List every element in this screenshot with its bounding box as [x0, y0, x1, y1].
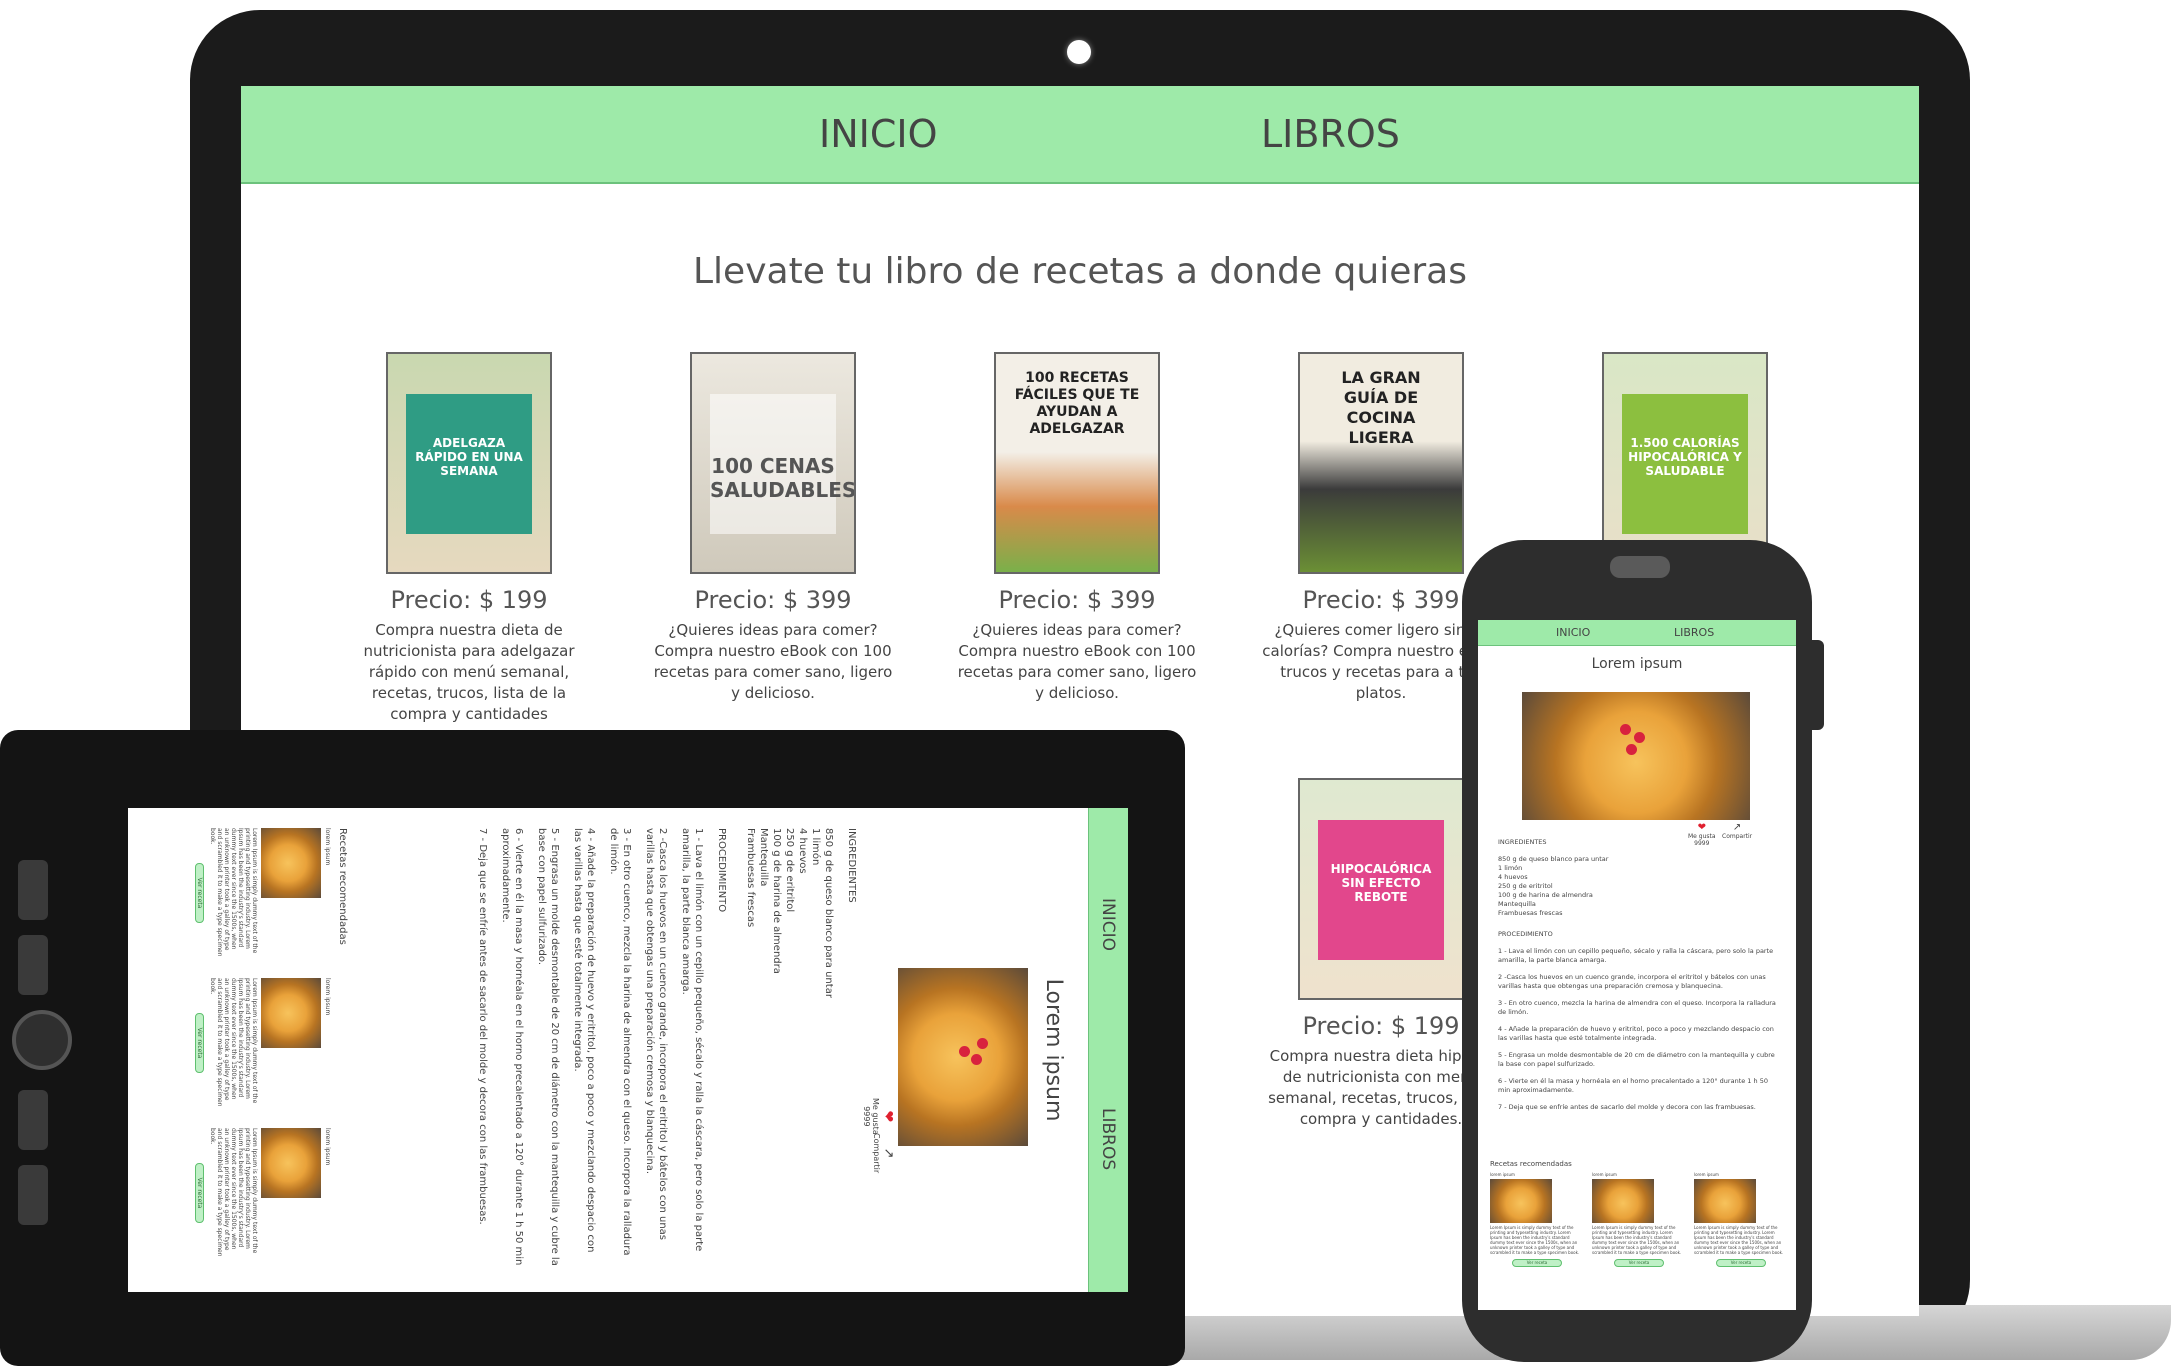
nav-inicio[interactable]: INICIO: [819, 112, 938, 156]
phone-speaker: [1610, 556, 1670, 578]
recommended-title: Recetas recomendadas: [337, 828, 348, 945]
book-card[interactable]: 100 RECETAS FÁCILES QUE TE AYUDAN A ADEL…: [957, 352, 1197, 704]
recipe-title: Lorem ipsum: [1591, 656, 1683, 672]
recommended-title: Recetas recomendadas: [1490, 1160, 1572, 1168]
cover-title: 1.500 CALORÍAS HIPOCALÓRICA Y SALUDABLE: [1622, 394, 1748, 534]
like-button[interactable]: ❤ Me gusta 9999: [862, 1098, 896, 1135]
cover-title: HIPOCALÓRICA SIN EFECTO REBOTE: [1318, 820, 1444, 960]
recommended-image: [1490, 1179, 1552, 1223]
book-cover[interactable]: ADELGAZA RÁPIDO EN UNA SEMANA: [386, 352, 552, 574]
book-description: ¿Quieres ideas para comer? Compra nuestr…: [957, 621, 1197, 702]
top-nav: INICIO LIBROS: [1478, 620, 1796, 646]
ingredients-title: INGREDIENTES: [846, 828, 857, 903]
share-icon: ↗: [1732, 822, 1742, 833]
phone-side-button: [1810, 640, 1824, 730]
share-button[interactable]: ↗ Compartir: [872, 1133, 896, 1173]
view-recipe-button[interactable]: Ver receta: [1614, 1259, 1664, 1267]
view-recipe-button[interactable]: Ver receta: [195, 1163, 204, 1223]
recommended-card[interactable]: lorem ipsum Lorem Ipsum is simply dummy …: [1694, 1172, 1788, 1267]
book-price: Precio: $ 399: [998, 586, 1156, 614]
recommended-section: Recetas recomendadas lorem ipsum Lorem I…: [1490, 1160, 1790, 1267]
recommended-image: [261, 978, 321, 1048]
view-recipe-button[interactable]: Ver receta: [195, 1013, 204, 1073]
book-price: Precio: $ 199: [390, 586, 548, 614]
procedure-steps: 1 - Lava el limón con un cepillo pequeño…: [1498, 947, 1776, 1111]
cover-title: 100 RECETAS FÁCILES QUE TE AYUDAN A ADEL…: [1014, 370, 1140, 437]
recommended-card[interactable]: lorem ipsum Lorem Ipsum is simply dummy …: [1490, 1172, 1584, 1267]
heart-icon: ❤: [1697, 822, 1706, 833]
camera-icon: [1067, 40, 1091, 64]
view-recipe-button[interactable]: Ver receta: [1716, 1259, 1766, 1267]
view-recipe-button[interactable]: Ver receta: [195, 863, 204, 923]
ingredients-list: 850 g de queso blanco para untar 1 limón…: [745, 828, 834, 998]
procedure-title: PROCEDIMIENTO: [1498, 930, 1553, 938]
book-cover[interactable]: 100 CENAS SALUDABLES: [690, 352, 856, 574]
ingredients-list: 850 g de queso blanco para untar 1 limón…: [1498, 855, 1609, 917]
recipe-image: [1522, 692, 1750, 820]
page-title: Llevate tu libro de recetas a donde quie…: [693, 251, 1467, 292]
book-cover[interactable]: HIPOCALÓRICA SIN EFECTO REBOTE: [1298, 778, 1464, 1000]
recipe-title: Lorem ipsum: [1041, 978, 1066, 1122]
book-card[interactable]: 100 CENAS SALUDABLES Precio: $ 399 ¿Quie…: [653, 352, 893, 704]
top-nav: INICIO LIBROS: [241, 86, 1919, 184]
top-nav: INICIO LIBROS: [1088, 808, 1128, 1292]
tablet-dial: [12, 1010, 72, 1070]
nav-inicio[interactable]: INICIO: [1556, 626, 1590, 639]
procedure-steps: 1 - Lava el limón con un cepillo pequeño…: [477, 828, 704, 1266]
recommended-card[interactable]: lorem ipsum Lorem Ipsum is simply dummy …: [195, 1128, 331, 1258]
nav-libros[interactable]: LIBROS: [1261, 112, 1400, 156]
nav-libros[interactable]: LIBROS: [1098, 1108, 1118, 1170]
nav-libros[interactable]: LIBROS: [1674, 626, 1714, 639]
cover-title: ADELGAZA RÁPIDO EN UNA SEMANA: [406, 394, 532, 534]
recommended-section: Recetas recomendadas lorem ipsum Lorem I…: [195, 828, 348, 1288]
recipe-body: INGREDIENTES 850 g de queso blanco para …: [466, 828, 858, 1268]
recipe-image: [898, 968, 1028, 1146]
tablet-button: [18, 860, 48, 920]
book-description: ¿Quieres ideas para comer? Compra nuestr…: [653, 621, 893, 702]
cover-title: 100 CENAS SALUDABLES: [710, 394, 854, 534]
book-description: Compra nuestra dieta de nutricionista pa…: [363, 621, 575, 723]
recipe-body: INGREDIENTES 850 g de queso blanco para …: [1498, 838, 1778, 1120]
tablet-button: [18, 1165, 48, 1225]
view-recipe-button[interactable]: Ver receta: [1512, 1259, 1562, 1267]
recommended-image: [261, 828, 321, 898]
recommended-card[interactable]: lorem ipsum Lorem Ipsum is simply dummy …: [195, 978, 331, 1108]
recommended-image: [1592, 1179, 1654, 1223]
recommended-card[interactable]: lorem ipsum Lorem Ipsum is simply dummy …: [1592, 1172, 1686, 1267]
recommended-image: [1694, 1179, 1756, 1223]
share-icon: ↗: [881, 1147, 896, 1159]
tablet-screen: INICIO LIBROS Lorem ipsum ❤ Me gusta 999…: [128, 808, 1128, 1292]
phone-screen: INICIO LIBROS Lorem ipsum ❤ Me gusta 999…: [1478, 620, 1796, 1310]
device-mockup: INICIO LIBROS Llevate tu libro de receta…: [0, 0, 2171, 1366]
tablet-button: [18, 935, 48, 995]
tablet-button: [18, 1090, 48, 1150]
cover-title: LA GRAN GUÍA DE COCINA LIGERA: [1341, 368, 1421, 447]
book-cover[interactable]: 100 RECETAS FÁCILES QUE TE AYUDAN A ADEL…: [994, 352, 1160, 574]
ingredients-title: INGREDIENTES: [1498, 838, 1547, 846]
heart-icon: ❤: [880, 1110, 896, 1123]
recommended-image: [261, 1128, 321, 1198]
book-card[interactable]: ADELGAZA RÁPIDO EN UNA SEMANA Precio: $ …: [349, 352, 589, 725]
tablet-page: INICIO LIBROS Lorem ipsum ❤ Me gusta 999…: [128, 808, 1128, 1292]
nav-inicio[interactable]: INICIO: [1098, 898, 1118, 951]
book-price: Precio: $ 399: [694, 586, 852, 614]
procedure-title: PROCEDIMIENTO: [716, 828, 727, 913]
recommended-card[interactable]: lorem ipsum Lorem Ipsum is simply dummy …: [195, 828, 331, 958]
book-cover[interactable]: LA GRAN GUÍA DE COCINA LIGERA: [1298, 352, 1464, 574]
